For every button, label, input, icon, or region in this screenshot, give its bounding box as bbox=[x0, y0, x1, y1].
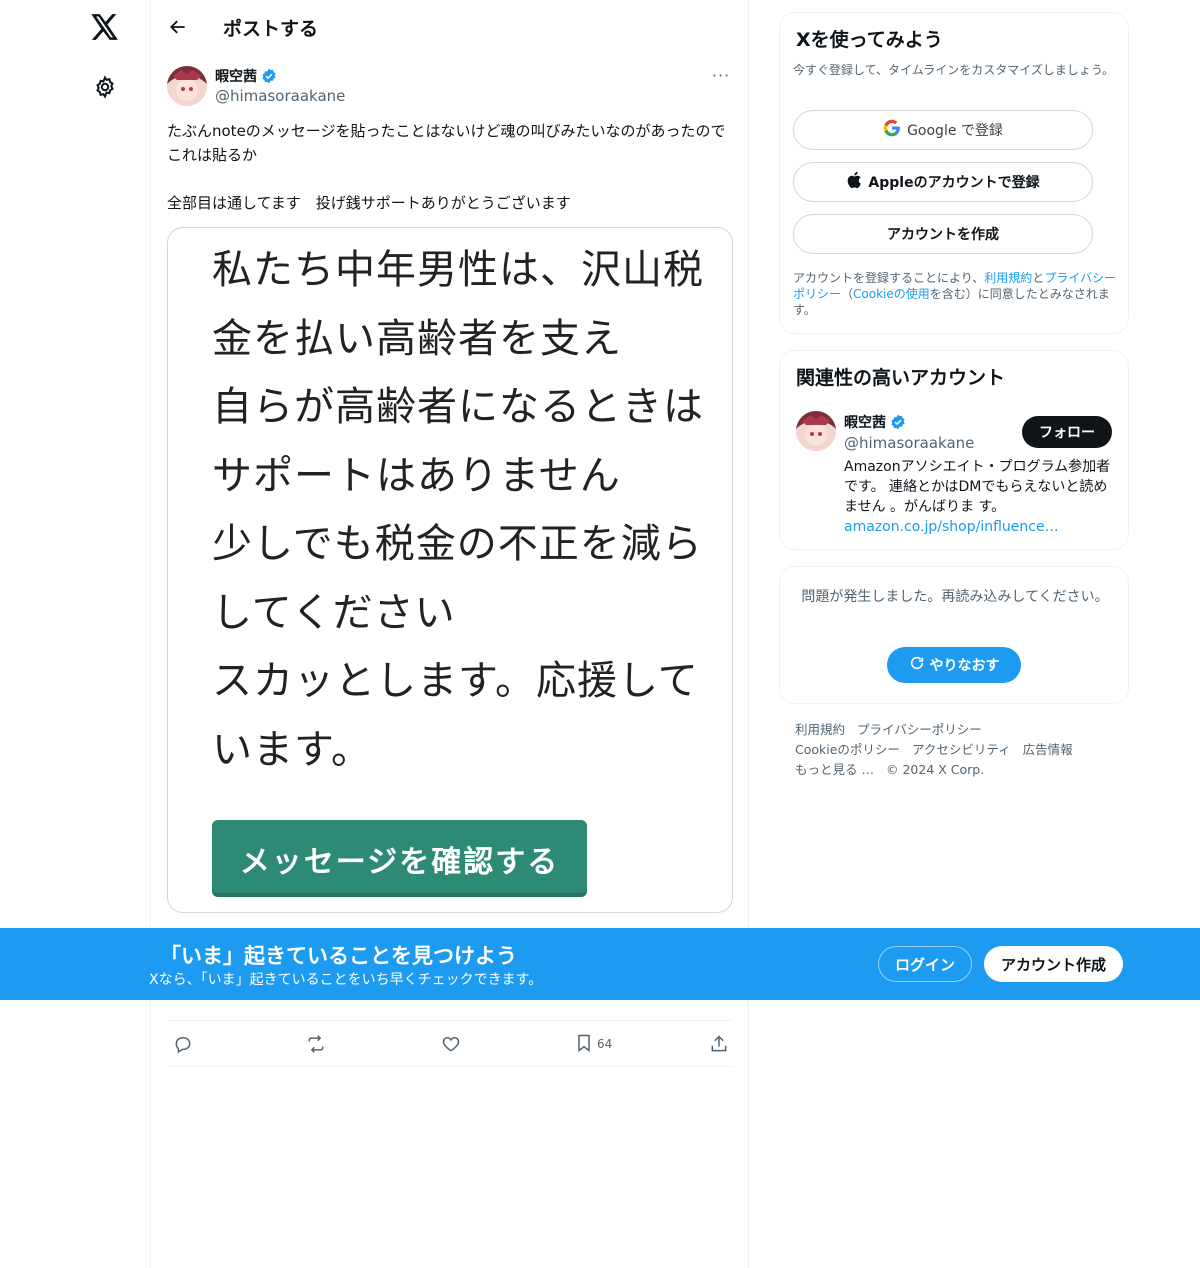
image-text-line: 金を払い高齢者を支え bbox=[212, 315, 622, 362]
page-title: ポストする bbox=[223, 18, 319, 40]
more-icon[interactable]: ··· bbox=[709, 66, 733, 86]
bookmark-count: 64 bbox=[597, 1037, 613, 1051]
post-author: 暇空茜 @himasoraakane ··· bbox=[167, 64, 733, 108]
refresh-icon bbox=[909, 655, 925, 675]
bookmark-button[interactable]: 64 bbox=[575, 1033, 612, 1055]
google-icon bbox=[883, 119, 901, 141]
footer-link[interactable]: プライバシーポリシー bbox=[857, 722, 982, 737]
bookmark-icon bbox=[575, 1033, 593, 1056]
image-text-line: 私たち中年男性は、沢山税 bbox=[212, 247, 704, 293]
repost-icon[interactable] bbox=[305, 1033, 327, 1055]
post-image[interactable]: 私たち中年男性は、沢山税 金を払い高齢者を支え 自らが高齢者になるときは サポー… bbox=[167, 227, 733, 913]
author-handle[interactable]: @himasoraakane bbox=[215, 87, 345, 105]
author-name[interactable]: 暇空茜 bbox=[215, 66, 277, 86]
banner-subtitle: Xなら、「いま」起きていることをいち早くチェックできます。 bbox=[149, 972, 543, 988]
post-text: たぶんnoteのメッセージを貼ったことはないけど魂の叫びみたいなのがあったのでこ… bbox=[167, 122, 726, 212]
error-message: 問題が発生しました。再読み込みしてください。 bbox=[801, 589, 1109, 605]
arrow-left-icon[interactable] bbox=[165, 14, 191, 40]
login-button[interactable]: ログイン bbox=[878, 946, 972, 982]
image-text-line: 少しでも税金の不正を減ら bbox=[212, 521, 703, 567]
terms-paren: （ bbox=[841, 287, 854, 301]
terms-and: と bbox=[1032, 271, 1045, 285]
image-text-line: 自らが高齢者になるときは bbox=[212, 384, 704, 430]
left-nav bbox=[0, 0, 150, 1268]
apple-signup-button[interactable]: Appleのアカウントで登録 bbox=[793, 162, 1093, 202]
footer-link[interactable]: 広告情報 bbox=[1023, 742, 1073, 757]
footer-link[interactable]: 利用規約 bbox=[795, 722, 845, 737]
related-title: 関連性の高いアカウント bbox=[796, 367, 1006, 389]
footer-link[interactable]: Cookieのポリシー bbox=[795, 742, 900, 757]
error-card: 問題が発生しました。再読み込みしてください。 やりなおす bbox=[779, 566, 1129, 704]
cookie-link[interactable]: Cookieの使用 bbox=[853, 287, 930, 301]
signup-subtitle: 今すぐ登録して、タイムラインをカスタマイズしましょう。 bbox=[793, 63, 1115, 77]
google-signup-button[interactable]: Google で登録 bbox=[793, 110, 1093, 150]
sidebar-footer: 利用規約 プライバシーポリシー Cookieのポリシー アクセシビリティ 広告情報 も… bbox=[779, 720, 1129, 780]
terms-link[interactable]: 利用規約 bbox=[984, 271, 1032, 285]
copyright: © 2024 X Corp. bbox=[885, 762, 985, 777]
bio-link[interactable]: amazon.co.jp/shop/influence… bbox=[844, 519, 1059, 535]
verified-badge-icon bbox=[261, 68, 277, 84]
post-actions: 64 bbox=[167, 1020, 733, 1067]
page-header: ポストする bbox=[151, 0, 749, 54]
image-text-line: サポートはありません bbox=[212, 452, 621, 499]
footer-link[interactable]: アクセシビリティ bbox=[912, 742, 1011, 757]
google-signup-label: Google で登録 bbox=[907, 123, 1003, 139]
retry-button[interactable]: やりなおす bbox=[887, 647, 1021, 683]
heart-icon[interactable] bbox=[441, 1033, 461, 1055]
related-account-name[interactable]: 暇空茜 bbox=[844, 412, 906, 432]
related-name-text: 暇空茜 bbox=[844, 415, 886, 431]
verified-badge-icon bbox=[890, 414, 906, 430]
main-column: ポストする 暇空茜 @himasoraakane ··· たぶんnoteのメッセ… bbox=[150, 0, 749, 1268]
image-message-button: メッセージを確認する bbox=[212, 820, 587, 897]
apple-icon bbox=[846, 171, 862, 193]
terms-text: アカウントを登録することにより、利用規約とプライバシーポリシー（Cookieの使… bbox=[793, 270, 1117, 318]
avatar[interactable] bbox=[167, 66, 207, 106]
image-text-line: スカッとします。応援して bbox=[212, 658, 699, 704]
banner-title: 「いま」起きていることを見つけよう bbox=[160, 944, 517, 968]
login-banner: 「いま」起きていることを見つけよう Xなら、「いま」起きていることをいち早くチェ… bbox=[0, 928, 1200, 1000]
image-text-line: います。 bbox=[212, 726, 372, 773]
bio-text: Amazonアソシエイト・プログラム参加者です。 連絡とかはDMでもらえないと読… bbox=[844, 459, 1111, 515]
signup-button[interactable]: アカウント作成 bbox=[984, 946, 1123, 982]
related-account-handle[interactable]: @himasoraakane bbox=[844, 434, 974, 452]
reply-icon[interactable] bbox=[173, 1033, 193, 1055]
terms-prefix: アカウントを登録することにより、 bbox=[793, 271, 985, 285]
related-account-bio: Amazonアソシエイト・プログラム参加者です。 連絡とかはDMでもらえないと読… bbox=[844, 457, 1114, 537]
signup-card: Xを使ってみよう 今すぐ登録して、タイムラインをカスタマイズしましょう。 Goo… bbox=[779, 12, 1129, 334]
signup-title: Xを使ってみよう bbox=[796, 29, 943, 51]
footer-more-link[interactable]: もっと見る … bbox=[795, 762, 874, 777]
share-icon[interactable] bbox=[709, 1033, 729, 1055]
create-account-button[interactable]: アカウントを作成 bbox=[793, 214, 1093, 254]
author-name-text: 暇空茜 bbox=[215, 69, 257, 85]
image-text-block: 私たち中年男性は、沢山税 金を払い高齢者を支え 自らが高齢者になるときは サポー… bbox=[212, 236, 712, 784]
x-logo-icon[interactable] bbox=[90, 12, 120, 42]
gear-icon[interactable] bbox=[91, 73, 119, 101]
right-sidebar: Xを使ってみよう 今すぐ登録して、タイムラインをカスタマイズしましょう。 Goo… bbox=[779, 12, 1129, 780]
follow-button[interactable]: フォロー bbox=[1022, 416, 1112, 448]
apple-signup-label: Appleのアカウントで登録 bbox=[868, 175, 1040, 191]
retry-label: やりなおす bbox=[929, 658, 1000, 674]
related-accounts-card: 関連性の高いアカウント 暇空茜 @himasoraakane フォロー Amaz… bbox=[779, 350, 1129, 550]
image-text-line: してください bbox=[212, 589, 456, 636]
avatar[interactable] bbox=[796, 411, 836, 451]
